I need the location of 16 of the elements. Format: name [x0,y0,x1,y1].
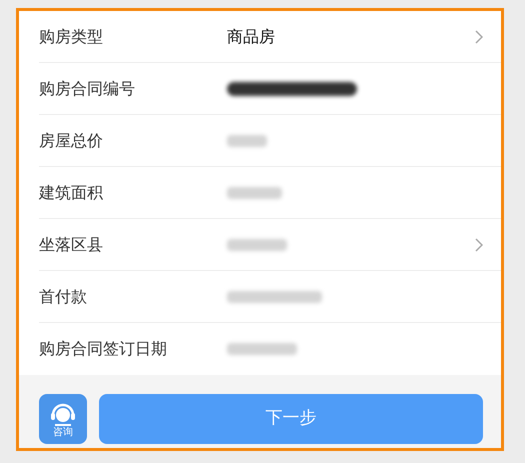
field-label: 购房合同签订日期 [39,338,168,360]
blurred-value [227,238,287,250]
chevron-right-icon[interactable] [475,30,483,44]
chevron-right-icon[interactable] [475,238,483,252]
blurred-value [227,186,282,198]
field-label: 坐落区县 [39,234,104,256]
blurred-value [227,343,297,355]
next-step-button[interactable]: 下一步 [99,394,483,444]
field-label: 房屋总价 [39,130,104,152]
field-label: 购房类型 [39,26,104,48]
field-label: 建筑面积 [39,182,104,204]
field-label: 首付款 [39,286,88,308]
blurred-value [227,134,267,146]
field-label: 购房合同编号 [39,78,136,100]
consult-button[interactable]: 咨询 [39,394,87,444]
field-value: 商品房 [227,26,275,48]
